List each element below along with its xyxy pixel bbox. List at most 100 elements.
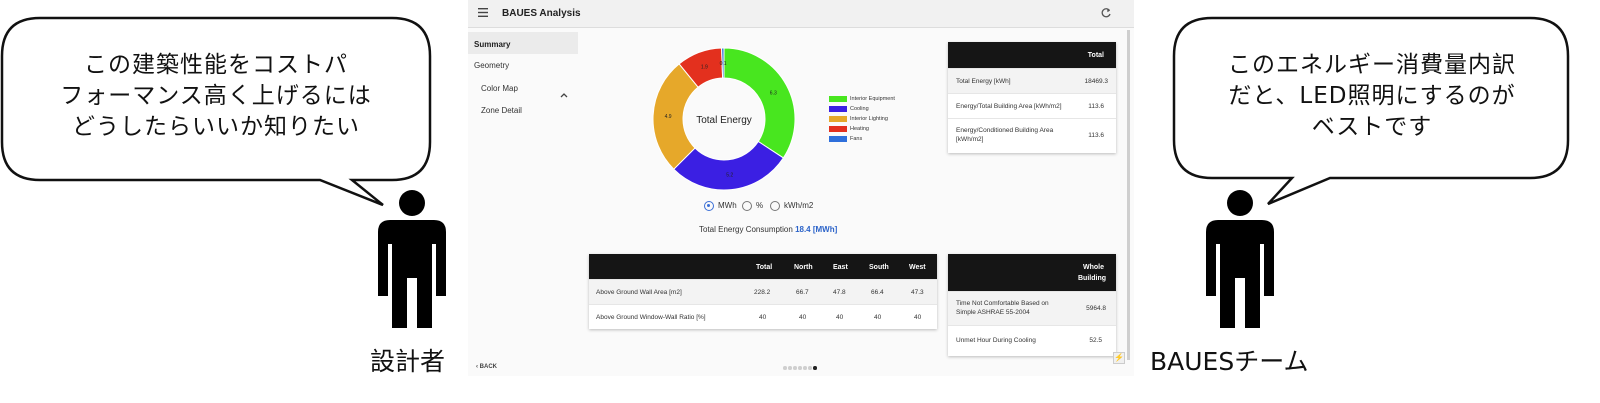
table-row: Above Ground Window-Wall Ratio [%] 40 40… <box>589 304 937 329</box>
legend-label: Fans <box>850 136 863 142</box>
radio-percent-label: % <box>756 201 764 211</box>
pagination-dot[interactable] <box>798 366 802 370</box>
table-row: Time Not Comfortable Based on Simple ASH… <box>948 291 1116 325</box>
energy-donut-chart: Total Energy 6.3 5.2 4.9 1.9 0.1 <box>652 47 796 191</box>
column-header: Total <box>756 264 773 271</box>
refresh-icon[interactable] <box>1100 7 1112 19</box>
row-label: Above Ground Window-Wall Ratio [%] <box>596 314 706 321</box>
column-header: West <box>909 264 926 271</box>
radio-mwh-label: MWh <box>718 201 737 211</box>
cell-value: 40 <box>759 314 767 321</box>
column-header: East <box>833 264 848 271</box>
back-label: BACK <box>479 364 498 370</box>
radio-mwh[interactable]: MWh <box>704 201 737 211</box>
left-bubble-line: フォーマンス高く上げるには <box>60 83 372 109</box>
donut-slice-value-label: 0.1 <box>720 61 727 67</box>
cell-value: 47.3 <box>911 289 924 296</box>
radio-selected-icon[interactable] <box>704 201 714 211</box>
row-value: 5964.8 <box>1086 305 1106 312</box>
app-window: BAUES Analysis Summary Geometry Color Ma… <box>468 0 1134 376</box>
row-label: Energy/Total Building Area [kWh/m2] <box>956 103 1062 110</box>
radio-kwh-m2-label: kWh/m2 <box>784 201 814 211</box>
row-label: Unmet Hour During Cooling <box>956 337 1036 344</box>
sidebar-item-summary[interactable]: Summary <box>468 32 578 54</box>
back-button[interactable]: ‹ BACK <box>476 364 497 370</box>
cell-value: 228.2 <box>754 289 771 296</box>
donut-center-label: Total Energy <box>696 115 752 126</box>
column-header-line: Whole <box>1083 264 1104 271</box>
column-header: North <box>794 264 813 271</box>
total-consumption: Total Energy Consumption 18.4 [MWh] <box>699 225 837 234</box>
pagination-dot[interactable] <box>793 366 797 370</box>
row-label-line: Simple ASHRAE 55-2004 <box>956 309 1030 316</box>
table-row: Energy/Total Building Area [kWh/m2] 113.… <box>948 93 1116 118</box>
comfort-card: Whole Building Time Not Comfortable Base… <box>948 254 1116 356</box>
pagination-dot[interactable] <box>783 366 787 370</box>
row-value: 113.6 <box>1088 103 1104 110</box>
sidebar: Summary Geometry Color Map Zone Detail <box>468 30 578 376</box>
right-bubble-line: このエネルギー消費量内訳 <box>1228 52 1516 78</box>
radio-unselected-icon[interactable] <box>742 201 752 211</box>
column-header: South <box>869 264 889 271</box>
donut-slice-value-label: 1.9 <box>701 65 708 71</box>
right-bubble-text: このエネルギー消費量内訳 だと、LED照明にするのが ベストです <box>1182 50 1562 143</box>
cell-value: 40 <box>836 314 844 321</box>
row-label-line: Energy/Conditioned Building Area <box>956 127 1054 134</box>
lightning-button[interactable]: ⚡ <box>1113 352 1125 364</box>
total-card-header: Total <box>948 42 1116 68</box>
pagination-dot[interactable] <box>808 366 812 370</box>
donut-slice-value-label: 4.9 <box>665 114 672 120</box>
donut-slice-value-label: 6.3 <box>770 90 777 96</box>
pagination-dots <box>783 366 823 372</box>
designer-label: 設計者 <box>370 347 446 376</box>
legend-label: Heating <box>850 126 869 132</box>
table-row: Above Ground Wall Area [m2] 228.2 66.7 4… <box>589 279 937 304</box>
comfort-table-header: Whole Building <box>948 254 1116 291</box>
table-row: Energy/Conditioned Building Area [kWh/m2… <box>948 118 1116 152</box>
vertical-scrollbar[interactable] <box>1127 30 1130 360</box>
radio-percent[interactable]: % <box>742 201 763 211</box>
radio-unselected-icon[interactable] <box>770 201 780 211</box>
right-bubble-line: ベストです <box>1311 114 1433 140</box>
radio-kwh-m2[interactable]: kWh/m2 <box>770 201 813 211</box>
wall-area-card: Total North East South West Above Ground… <box>589 254 937 329</box>
row-label-line: Time Not Comfortable Based on <box>956 300 1049 307</box>
pagination-dot[interactable] <box>813 366 817 370</box>
legend-swatch <box>829 126 847 132</box>
hamburger-menu-icon[interactable] <box>478 8 488 17</box>
legend-swatch <box>829 136 847 142</box>
wall-table-header: Total North East South West <box>589 254 937 279</box>
sidebar-item-zone-detail[interactable]: Zone Detail <box>481 106 522 115</box>
cell-value: 40 <box>914 314 922 321</box>
cell-value: 66.7 <box>796 289 809 296</box>
table-row: Total Energy [kWh] 18469.3 <box>948 68 1116 93</box>
right-bubble-line: だと、LED照明にするのが <box>1228 83 1516 109</box>
donut-slice-interior-equipment[interactable] <box>723 47 796 159</box>
row-label: Above Ground Wall Area [m2] <box>596 289 682 296</box>
row-label: Total Energy [kWh] <box>956 78 1011 85</box>
legend-swatch <box>829 116 847 122</box>
row-value: 18469.3 <box>1084 78 1109 85</box>
row-label-line: [kWh/m2] <box>956 136 984 143</box>
cell-value: 40 <box>799 314 807 321</box>
sidebar-item-color-map[interactable]: Color Map <box>481 84 518 93</box>
legend-label: Interior Equipment <box>850 96 895 102</box>
pagination-dot[interactable] <box>803 366 807 370</box>
cell-value: 47.8 <box>833 289 846 296</box>
total-consumption-label: Total Energy Consumption <box>699 225 793 234</box>
figure: この建築性能をコストパ フォーマンス高く上げるには どうしたらいいか知りたい こ… <box>0 0 1600 403</box>
legend-label: Interior Lighting <box>850 116 888 122</box>
left-bubble-line: この建築性能をコストパ <box>84 52 348 78</box>
baues-team-person-icon <box>1206 190 1274 328</box>
left-bubble-text: この建築性能をコストパ フォーマンス高く上げるには どうしたらいいか知りたい <box>14 50 418 143</box>
pagination-dot[interactable] <box>788 366 792 370</box>
app-title: BAUES Analysis <box>502 8 581 19</box>
left-bubble-line: どうしたらいいか知りたい <box>72 114 360 140</box>
donut-slice-value-label: 5.2 <box>726 173 733 179</box>
designer-person-icon <box>378 190 446 328</box>
sidebar-item-geometry[interactable]: Geometry <box>474 61 509 70</box>
lightning-icon: ⚡ <box>1114 353 1124 362</box>
table-row: Unmet Hour During Cooling 52.5 <box>948 325 1116 355</box>
total-consumption-value: 18.4 [MWh] <box>795 225 838 234</box>
chevron-up-icon[interactable] <box>560 92 568 98</box>
